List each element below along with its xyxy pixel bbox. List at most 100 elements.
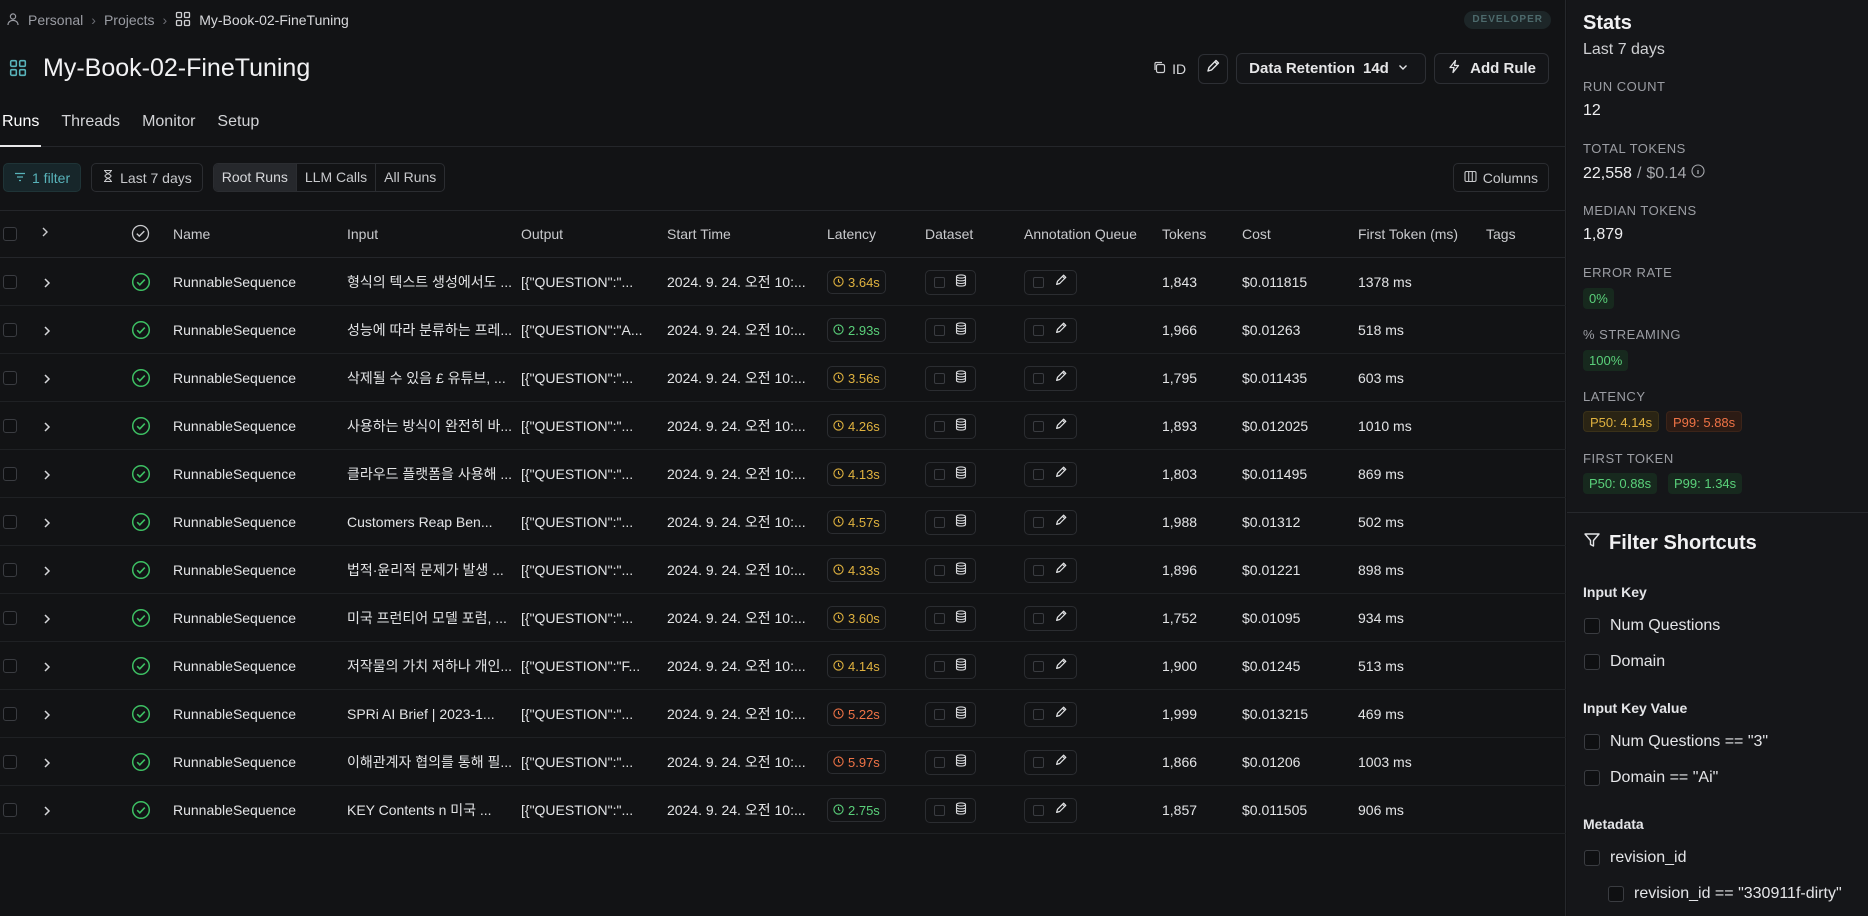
annotation-checkbox[interactable] xyxy=(1033,373,1044,384)
add-to-dataset-button[interactable] xyxy=(925,606,976,631)
run-name[interactable]: RunnableSequence xyxy=(173,306,341,354)
shortcut-checkbox[interactable] xyxy=(1584,734,1600,750)
annotation-checkbox[interactable] xyxy=(1033,325,1044,336)
add-to-dataset-button[interactable] xyxy=(925,318,976,343)
shortcut-domain-value[interactable]: Domain == "Ai" xyxy=(1584,769,1718,787)
annotation-checkbox[interactable] xyxy=(1033,661,1044,672)
expand-row-chevron-icon[interactable] xyxy=(42,420,52,438)
add-to-annotation-queue-button[interactable] xyxy=(1024,750,1077,775)
expand-row-chevron-icon[interactable] xyxy=(42,516,52,534)
annotation-checkbox[interactable] xyxy=(1033,709,1044,720)
row-checkbox[interactable] xyxy=(3,659,17,673)
column-header-output[interactable]: Output xyxy=(521,226,563,242)
dataset-checkbox[interactable] xyxy=(934,373,945,384)
dataset-checkbox[interactable] xyxy=(934,709,945,720)
column-header-latency[interactable]: Latency xyxy=(827,226,876,242)
table-row[interactable]: RunnableSequence 형식의 텍스트 생성에서도 ... [{"QUES… xyxy=(0,258,1566,306)
select-all-checkbox[interactable] xyxy=(3,227,17,241)
dataset-checkbox[interactable] xyxy=(934,421,945,432)
expand-row-chevron-icon[interactable] xyxy=(42,564,52,582)
copy-id-button[interactable]: ID xyxy=(1149,54,1190,84)
run-name[interactable]: RunnableSequence xyxy=(173,354,341,402)
add-to-annotation-queue-button[interactable] xyxy=(1024,702,1077,727)
expand-all-chevron-icon[interactable] xyxy=(40,225,50,241)
expand-row-chevron-icon[interactable] xyxy=(42,804,52,822)
row-checkbox[interactable] xyxy=(3,323,17,337)
filter-button[interactable]: 1 filter xyxy=(3,163,82,192)
shortcut-checkbox[interactable] xyxy=(1584,618,1600,634)
expand-row-chevron-icon[interactable] xyxy=(42,372,52,390)
add-to-annotation-queue-button[interactable] xyxy=(1024,606,1077,631)
annotation-checkbox[interactable] xyxy=(1033,469,1044,480)
dataset-checkbox[interactable] xyxy=(934,613,945,624)
info-icon[interactable] xyxy=(1691,164,1705,183)
table-row[interactable]: RunnableSequence 성능에 따라 분류하는 프레... [{"QUES… xyxy=(0,306,1566,354)
table-row[interactable]: RunnableSequence 이해관계자 협의를 통해 필... [{"QUES… xyxy=(0,738,1566,786)
all-runs-option[interactable]: All Runs xyxy=(375,164,444,191)
expand-row-chevron-icon[interactable] xyxy=(42,708,52,726)
shortcut-num-questions[interactable]: Num Questions xyxy=(1584,617,1720,635)
expand-row-chevron-icon[interactable] xyxy=(42,276,52,294)
annotation-checkbox[interactable] xyxy=(1033,517,1044,528)
shortcut-revision-id-value[interactable]: revision_id == "330911f-dirty" xyxy=(1608,885,1842,903)
add-to-dataset-button[interactable] xyxy=(925,462,976,487)
add-to-dataset-button[interactable] xyxy=(925,654,976,679)
shortcut-checkbox[interactable] xyxy=(1584,850,1600,866)
expand-row-chevron-icon[interactable] xyxy=(42,324,52,342)
row-checkbox[interactable] xyxy=(3,563,17,577)
table-row[interactable]: RunnableSequence 법적·윤리적 문제가 발생 ... [{"QUES… xyxy=(0,546,1566,594)
column-header-tags[interactable]: Tags xyxy=(1486,226,1516,242)
llm-calls-option[interactable]: LLM Calls xyxy=(295,164,375,191)
add-to-annotation-queue-button[interactable] xyxy=(1024,318,1077,343)
dataset-checkbox[interactable] xyxy=(934,661,945,672)
annotation-checkbox[interactable] xyxy=(1033,565,1044,576)
run-name[interactable]: RunnableSequence xyxy=(173,258,341,306)
breadcrumb-projects[interactable]: Projects xyxy=(104,12,155,28)
table-row[interactable]: RunnableSequence 사용하는 방식이 완전히 바... [{"QUES… xyxy=(0,402,1566,450)
row-checkbox[interactable] xyxy=(3,467,17,481)
annotation-checkbox[interactable] xyxy=(1033,421,1044,432)
shortcut-checkbox[interactable] xyxy=(1584,770,1600,786)
table-row[interactable]: RunnableSequence 클라우드 플랫폼을 사용해 ... [{"QUES… xyxy=(0,450,1566,498)
row-checkbox[interactable] xyxy=(3,275,17,289)
row-checkbox[interactable] xyxy=(3,707,17,721)
expand-row-chevron-icon[interactable] xyxy=(42,612,52,630)
shortcut-num-questions-value[interactable]: Num Questions == "3" xyxy=(1584,733,1768,751)
column-header-dataset[interactable]: Dataset xyxy=(925,226,973,242)
column-header-name[interactable]: Name xyxy=(173,226,210,242)
add-to-annotation-queue-button[interactable] xyxy=(1024,798,1077,823)
table-row[interactable]: RunnableSequence SPRi AI Brief | 2023-1..… xyxy=(0,690,1566,738)
run-name[interactable]: RunnableSequence xyxy=(173,450,341,498)
column-header-tokens[interactable]: Tokens xyxy=(1162,226,1206,242)
add-to-annotation-queue-button[interactable] xyxy=(1024,510,1077,535)
annotation-checkbox[interactable] xyxy=(1033,757,1044,768)
run-name[interactable]: RunnableSequence xyxy=(173,498,341,546)
column-header-input[interactable]: Input xyxy=(347,226,378,242)
tab-runs[interactable]: Runs xyxy=(0,112,42,147)
row-checkbox[interactable] xyxy=(3,803,17,817)
annotation-checkbox[interactable] xyxy=(1033,805,1044,816)
shortcut-checkbox[interactable] xyxy=(1608,886,1624,902)
add-to-dataset-button[interactable] xyxy=(925,798,976,823)
add-to-dataset-button[interactable] xyxy=(925,414,976,439)
run-name[interactable]: RunnableSequence xyxy=(173,402,341,450)
column-header-start-time[interactable]: Start Time xyxy=(667,226,731,242)
data-retention-dropdown[interactable]: Data Retention 14d xyxy=(1236,53,1427,84)
annotation-checkbox[interactable] xyxy=(1033,613,1044,624)
dataset-checkbox[interactable] xyxy=(934,469,945,480)
expand-row-chevron-icon[interactable] xyxy=(42,660,52,678)
add-to-dataset-button[interactable] xyxy=(925,558,976,583)
add-to-annotation-queue-button[interactable] xyxy=(1024,366,1077,391)
columns-button[interactable]: Columns xyxy=(1452,163,1549,192)
tab-threads[interactable]: Threads xyxy=(59,112,122,147)
root-runs-option[interactable]: Root Runs xyxy=(213,164,296,191)
add-to-dataset-button[interactable] xyxy=(925,702,976,727)
add-rule-button[interactable]: Add Rule xyxy=(1434,53,1549,84)
row-checkbox[interactable] xyxy=(3,419,17,433)
dataset-checkbox[interactable] xyxy=(934,277,945,288)
column-header-annotation-queue[interactable]: Annotation Queue xyxy=(1024,226,1137,242)
shortcut-domain[interactable]: Domain xyxy=(1584,653,1665,671)
dataset-checkbox[interactable] xyxy=(934,757,945,768)
edit-project-button[interactable] xyxy=(1198,53,1229,84)
add-to-annotation-queue-button[interactable] xyxy=(1024,414,1077,439)
